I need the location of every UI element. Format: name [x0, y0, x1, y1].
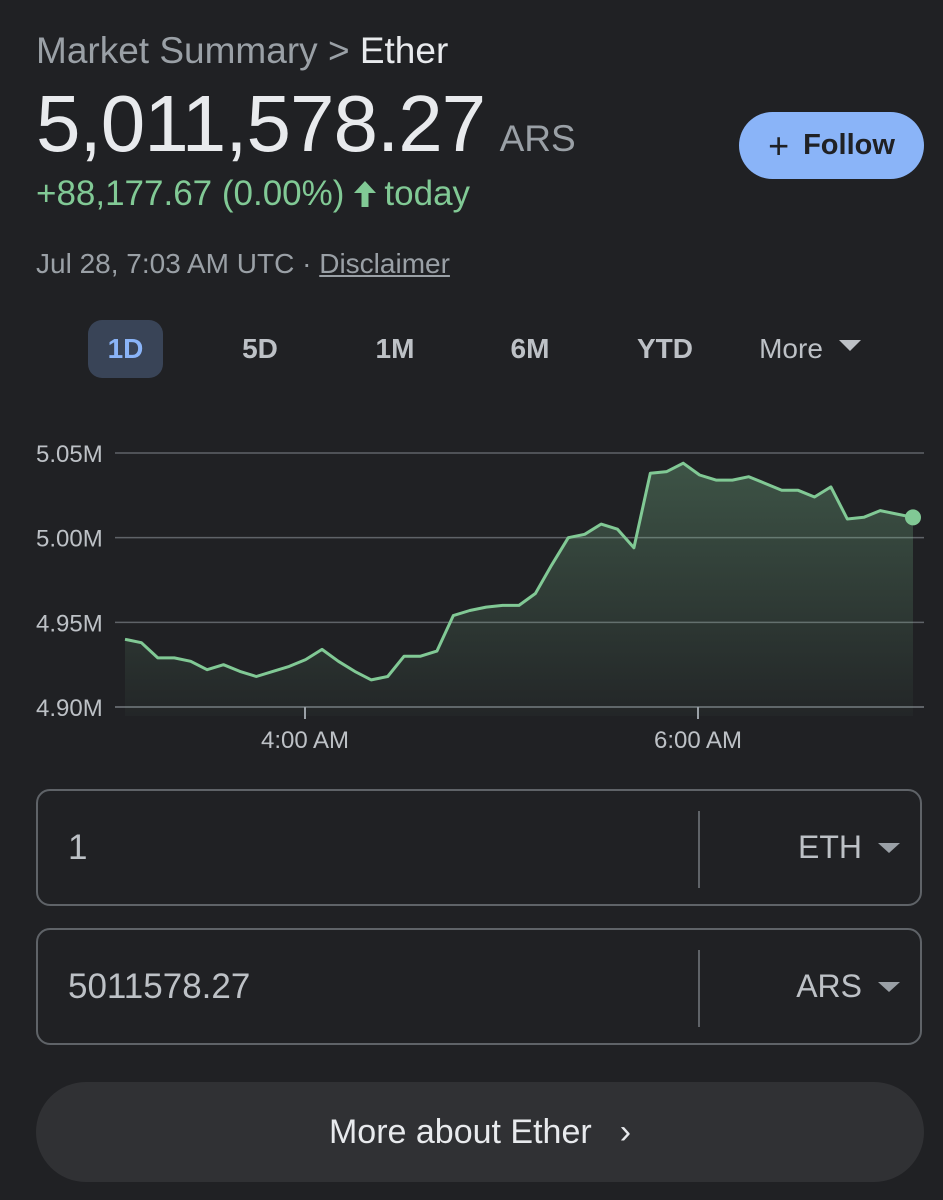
tab-5d[interactable]: 5D	[225, 320, 295, 378]
change-period: today	[384, 174, 471, 213]
more-about-label: More about Ether	[328, 1112, 592, 1151]
tab-1m[interactable]: 1M	[360, 320, 430, 378]
divider	[698, 811, 700, 888]
converter-from: ETH	[36, 789, 922, 906]
chart-area-fill	[125, 463, 913, 716]
follow-button[interactable]: + Follow	[739, 112, 924, 179]
breadcrumb-current: Ether	[359, 30, 449, 71]
tab-more-dropdown[interactable]: More	[750, 320, 870, 378]
unit-label: ARS	[796, 968, 862, 1004]
caret-down-icon	[878, 981, 900, 992]
disclaimer-link[interactable]: Disclaimer	[319, 248, 450, 279]
tab-label: 5D	[242, 333, 278, 364]
tab-label: 1M	[375, 333, 415, 364]
breadcrumb-separator: >	[327, 30, 350, 71]
converter-to-input[interactable]	[68, 930, 668, 1043]
converter-to: ARS	[36, 928, 922, 1045]
caret-down-icon	[838, 339, 861, 351]
caret-down-icon	[878, 842, 900, 853]
x-tick-label: 4:00 AM	[261, 727, 349, 754]
meta-row: Jul 28, 7:03 AM UTC · Disclaimer	[36, 248, 450, 280]
y-tick-label: 4.95M	[36, 610, 103, 637]
change-row: +88,177.67 (0.00%) today	[36, 174, 470, 214]
tab-label: YTD	[637, 333, 693, 364]
arrow-up-icon	[354, 181, 377, 207]
price-row: 5,011,578.27 ARS	[36, 78, 576, 170]
plus-icon: +	[768, 124, 790, 166]
y-tick-label: 5.05M	[36, 441, 103, 468]
follow-label: Follow	[803, 129, 895, 161]
tab-label: 6M	[510, 333, 550, 364]
change-value: +88,177.67 (0.00%)	[36, 174, 345, 213]
converter-to-unit-select[interactable]: ARS	[796, 930, 900, 1043]
converter-from-input[interactable]	[68, 791, 668, 904]
tab-label: More	[759, 333, 823, 364]
price-chart[interactable]: 5.05M 5.00M 4.95M 4.90M 4:00 AM 6:00 AM	[0, 400, 943, 780]
converter-from-unit-select[interactable]: ETH	[798, 791, 900, 904]
meta-separator: ·	[302, 248, 312, 279]
chevron-right-icon: ›	[619, 1112, 632, 1151]
tab-label: 1D	[107, 333, 144, 364]
more-about-button[interactable]: More about Ether ›	[36, 1082, 924, 1182]
divider	[698, 950, 700, 1027]
price-value: 5,011,578.27	[36, 79, 486, 168]
chart-last-point	[905, 509, 921, 526]
x-tick-label: 6:00 AM	[654, 727, 742, 754]
unit-label: ETH	[798, 829, 862, 865]
breadcrumb: Market Summary > Ether	[36, 30, 448, 72]
y-tick-label: 5.00M	[36, 526, 103, 553]
y-tick-label: 4.90M	[36, 695, 103, 722]
tab-1d[interactable]: 1D	[88, 320, 163, 378]
timestamp: Jul 28, 7:03 AM UTC	[36, 248, 295, 279]
breadcrumb-parent[interactable]: Market Summary	[36, 30, 318, 71]
tab-6m[interactable]: 6M	[495, 320, 565, 378]
tab-ytd[interactable]: YTD	[625, 320, 705, 378]
price-currency: ARS	[499, 118, 576, 159]
